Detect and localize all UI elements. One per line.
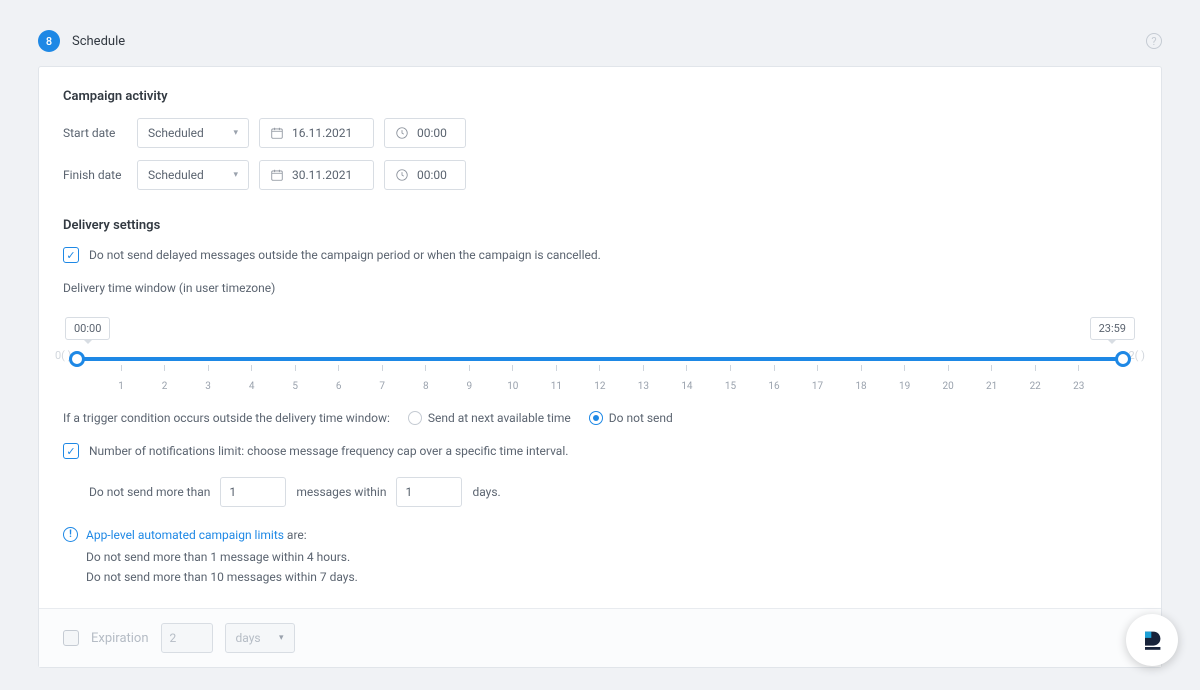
campaign-activity-title: Campaign activity bbox=[63, 89, 1137, 104]
slider-tick-label: 6 bbox=[336, 381, 342, 392]
clock-icon bbox=[395, 168, 409, 182]
finish-time-picker[interactable]: 00:00 bbox=[384, 160, 466, 190]
radio-send-next[interactable]: Send at next available time bbox=[408, 411, 571, 425]
expiration-unit-select: days ▾ bbox=[225, 623, 295, 653]
chevron-down-icon: ▾ bbox=[233, 128, 238, 138]
start-date-row: Start date Scheduled ▾ 16.11.2021 00:00 bbox=[63, 118, 1137, 148]
finish-date-label: Finish date bbox=[63, 168, 127, 182]
app-limits-link[interactable]: App-level automated campaign limits bbox=[86, 528, 284, 542]
chevron-down-icon: ▾ bbox=[279, 633, 284, 643]
schedule-panel: Campaign activity Start date Scheduled ▾… bbox=[38, 66, 1162, 668]
slider-tick-label: 2 bbox=[162, 381, 168, 392]
app-limit-line-2: Do not send more than 10 messages within… bbox=[86, 570, 1137, 584]
radio-icon bbox=[589, 411, 603, 425]
slider-tooltip-from: 00:00 bbox=[65, 317, 110, 340]
slider-tick-label: 10 bbox=[507, 381, 518, 392]
slider-tick-label: 13 bbox=[638, 381, 649, 392]
freq-text-c: days. bbox=[472, 485, 500, 499]
brand-logo-icon bbox=[1138, 626, 1166, 654]
freq-messages-input[interactable] bbox=[220, 477, 286, 507]
slider-tick-label: 9 bbox=[466, 381, 472, 392]
slider-tick-label: 11 bbox=[551, 381, 562, 392]
start-date-picker[interactable]: 16.11.2021 bbox=[259, 118, 374, 148]
finish-mode-value: Scheduled bbox=[148, 168, 204, 182]
page-title: Schedule bbox=[72, 34, 125, 49]
slider-tick-label: 8 bbox=[423, 381, 429, 392]
app-limit-line-1: Do not send more than 1 message within 4… bbox=[86, 550, 1137, 564]
radio-send-next-label: Send at next available time bbox=[428, 411, 571, 425]
finish-mode-select[interactable]: Scheduled ▾ bbox=[137, 160, 249, 190]
slider-tick-label: 4 bbox=[249, 381, 255, 392]
radio-do-not-send-label: Do not send bbox=[609, 411, 673, 425]
slider-out-right: 2( ) bbox=[1128, 349, 1145, 362]
slider-ticks: 1234567891011121314151617181920212223 bbox=[77, 357, 1123, 363]
slider-tick-label: 14 bbox=[681, 381, 692, 392]
start-time-value: 00:00 bbox=[417, 126, 447, 140]
slider-tick-label: 3 bbox=[205, 381, 211, 392]
no-delayed-label: Do not send delayed messages outside the… bbox=[89, 248, 601, 262]
start-date-label: Start date bbox=[63, 126, 127, 140]
expiration-label: Expiration bbox=[91, 631, 149, 646]
slider-tick-label: 21 bbox=[986, 381, 997, 392]
slider-tick-label: 7 bbox=[379, 381, 385, 392]
clock-icon bbox=[395, 126, 409, 140]
start-mode-select[interactable]: Scheduled ▾ bbox=[137, 118, 249, 148]
outside-window-label: If a trigger condition occurs outside th… bbox=[63, 411, 390, 425]
finish-date-picker[interactable]: 30.11.2021 bbox=[259, 160, 374, 190]
expiration-value-input bbox=[161, 623, 213, 653]
help-icon[interactable]: ? bbox=[1146, 33, 1162, 49]
delivery-window-label: Delivery time window (in user timezone) bbox=[63, 281, 1137, 295]
slider-tick-label: 5 bbox=[292, 381, 298, 392]
no-delayed-checkbox[interactable]: ✓ bbox=[63, 247, 79, 263]
radio-icon bbox=[408, 411, 422, 425]
app-limits-suffix: are: bbox=[284, 528, 307, 542]
start-mode-value: Scheduled bbox=[148, 126, 204, 140]
slider-tick-label: 1 bbox=[118, 381, 124, 392]
freq-limit-checkbox[interactable]: ✓ bbox=[63, 443, 79, 459]
freq-text-b: messages within bbox=[296, 485, 386, 499]
slider-tick-label: 23 bbox=[1073, 381, 1084, 392]
finish-date-row: Finish date Scheduled ▾ 30.11.2021 00:00 bbox=[63, 160, 1137, 190]
info-icon: ! bbox=[63, 527, 78, 542]
delivery-settings-title: Delivery settings bbox=[63, 218, 1137, 233]
start-time-picker[interactable]: 00:00 bbox=[384, 118, 466, 148]
step-badge: 8 bbox=[38, 30, 60, 52]
chevron-down-icon: ▾ bbox=[233, 170, 238, 180]
slider-tick-label: 12 bbox=[594, 381, 605, 392]
slider-tick-label: 17 bbox=[812, 381, 823, 392]
slider-tick-label: 22 bbox=[1030, 381, 1041, 392]
expiration-unit-value: days bbox=[236, 631, 261, 645]
calendar-icon bbox=[270, 126, 284, 140]
freq-text-a: Do not send more than bbox=[89, 485, 210, 499]
finish-time-value: 00:00 bbox=[417, 168, 447, 182]
slider-tick-label: 16 bbox=[768, 381, 779, 392]
slider-tick-label: 20 bbox=[943, 381, 954, 392]
start-date-value: 16.11.2021 bbox=[292, 126, 352, 140]
slider-tooltip-to: 23:59 bbox=[1090, 317, 1135, 340]
calendar-icon bbox=[270, 168, 284, 182]
expiration-checkbox[interactable] bbox=[63, 630, 79, 646]
freq-days-input[interactable] bbox=[396, 477, 462, 507]
slider-tick-label: 19 bbox=[899, 381, 910, 392]
brand-fab[interactable] bbox=[1126, 614, 1178, 666]
delivery-window-slider[interactable]: 0( ) 2( ) 00:00 23:59 123456789101112131… bbox=[69, 313, 1131, 405]
slider-tick-label: 15 bbox=[725, 381, 736, 392]
radio-do-not-send[interactable]: Do not send bbox=[589, 411, 673, 425]
freq-limit-label: Number of notifications limit: choose me… bbox=[89, 444, 568, 458]
finish-date-value: 30.11.2021 bbox=[292, 168, 352, 182]
slider-tick-label: 18 bbox=[855, 381, 866, 392]
